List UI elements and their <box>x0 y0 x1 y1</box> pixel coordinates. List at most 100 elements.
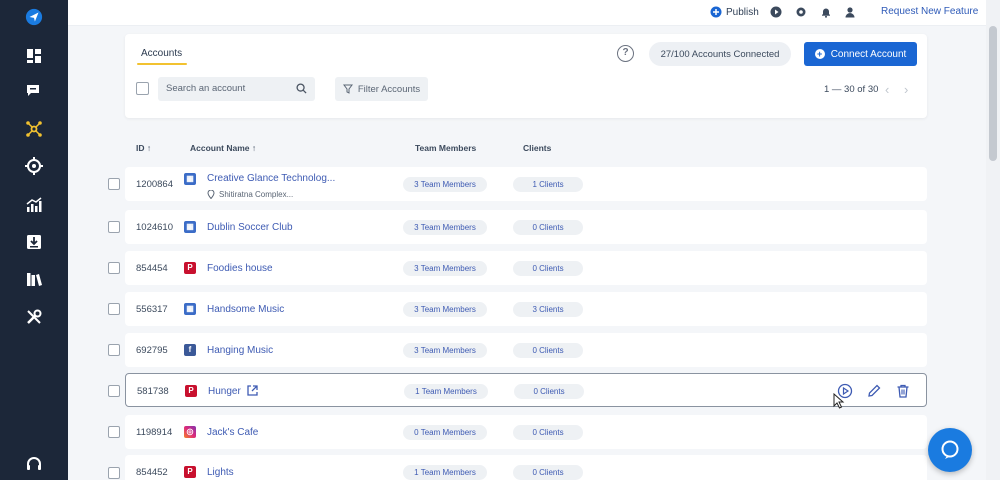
account-id: 556317 <box>136 304 168 315</box>
account-location: Shitiratna Complex... <box>207 190 293 199</box>
next-page-icon[interactable]: › <box>904 82 908 97</box>
accounts-header-card: Accounts ? 27/100 Accounts Connected + C… <box>125 34 927 118</box>
table-row[interactable]: 854452 P Lights 1 Team Members 0 Clients <box>125 455 927 480</box>
library-icon[interactable] <box>22 267 46 291</box>
row-checkbox[interactable] <box>108 221 120 233</box>
settings-gear-icon[interactable] <box>795 6 807 18</box>
request-feature-link[interactable]: Request New Feature <box>881 6 978 17</box>
instagram-icon: ◎ <box>184 426 196 438</box>
team-members-pill[interactable]: 3 Team Members <box>403 261 487 276</box>
account-id: 1024610 <box>136 222 173 233</box>
row-checkbox[interactable] <box>108 262 120 274</box>
target-icon[interactable] <box>22 154 46 178</box>
account-name-link[interactable]: Hanging Music <box>207 345 273 356</box>
account-name-link[interactable]: Hunger <box>208 386 241 397</box>
connect-account-label: Connect Account <box>830 48 907 60</box>
publish-label: Publish <box>726 6 759 18</box>
team-members-pill[interactable]: 1 Team Members <box>404 384 488 399</box>
active-tab-indicator <box>137 63 187 65</box>
column-header-clients: Clients <box>523 143 552 153</box>
facebook-icon: f <box>184 344 196 356</box>
accounts-connected-badge: 27/100 Accounts Connected <box>649 42 791 66</box>
column-header-id[interactable]: ID ↑ <box>136 143 151 153</box>
team-members-pill[interactable]: 1 Team Members <box>403 465 487 480</box>
location-pin-icon <box>207 190 215 199</box>
account-id: 1198914 <box>136 427 173 438</box>
account-location-text: Shitiratna Complex... <box>219 190 294 199</box>
google-business-icon: ▦ <box>184 173 196 185</box>
table-row[interactable]: 854454 P Foodies house 3 Team Members 0 … <box>125 251 927 285</box>
table-row[interactable]: 1198914 ◎ Jack's Cafe 0 Team Members 0 C… <box>125 415 927 449</box>
pinterest-icon: P <box>184 262 196 274</box>
google-business-icon: ▦ <box>184 221 196 233</box>
logo-icon[interactable] <box>22 5 46 29</box>
account-id: 854454 <box>136 263 168 274</box>
column-header-account-name[interactable]: Account Name ↑ <box>190 143 256 153</box>
clients-pill[interactable]: 0 Clients <box>513 465 583 480</box>
clients-pill[interactable]: 0 Clients <box>513 343 583 358</box>
account-name-link[interactable]: Foodies house <box>207 263 273 274</box>
table-row[interactable]: 1024610 ▦ Dublin Soccer Club 3 Team Memb… <box>125 210 927 244</box>
row-checkbox[interactable] <box>108 467 120 479</box>
row-checkbox[interactable] <box>108 426 120 438</box>
pinterest-icon: P <box>184 466 196 478</box>
sidebar <box>0 0 68 480</box>
team-members-pill[interactable]: 3 Team Members <box>403 220 487 235</box>
publish-button[interactable]: Publish <box>710 6 759 18</box>
row-checkbox[interactable] <box>108 303 120 315</box>
clients-pill[interactable]: 1 Clients <box>513 177 583 192</box>
chat-support-button[interactable] <box>928 428 972 472</box>
external-link-icon[interactable] <box>246 384 259 397</box>
inbox-download-icon[interactable] <box>22 230 46 254</box>
table-row[interactable]: 692795 f Hanging Music 3 Team Members 0 … <box>125 333 927 367</box>
account-name-link[interactable]: Handsome Music <box>207 304 284 315</box>
clients-pill[interactable]: 0 Clients <box>513 220 583 235</box>
accounts-network-icon[interactable] <box>22 117 46 141</box>
user-profile-icon[interactable] <box>844 6 856 18</box>
clients-pill[interactable]: 0 Clients <box>513 425 583 440</box>
account-name-link[interactable]: Jack's Cafe <box>207 427 258 438</box>
delete-trash-icon[interactable] <box>895 383 911 399</box>
google-business-icon: ▦ <box>184 303 196 315</box>
account-id: 854452 <box>136 467 168 478</box>
connect-account-button[interactable]: + Connect Account <box>804 42 917 66</box>
account-id: 692795 <box>136 345 168 356</box>
table-row[interactable]: 581738 P Hunger 1 Team Members 0 Clients <box>125 373 927 407</box>
search-placeholder: Search an account <box>166 83 246 94</box>
team-members-pill[interactable]: 3 Team Members <box>403 302 487 317</box>
row-checkbox[interactable] <box>108 344 120 356</box>
clients-pill[interactable]: 0 Clients <box>514 384 584 399</box>
support-headset-icon[interactable] <box>22 452 46 476</box>
table-row[interactable]: 556317 ▦ Handsome Music 3 Team Members 3… <box>125 292 927 326</box>
select-all-checkbox[interactable] <box>136 82 149 95</box>
clients-pill[interactable]: 0 Clients <box>513 261 583 276</box>
tab-accounts[interactable]: Accounts <box>141 48 182 59</box>
table-row[interactable]: 1200864 ▦ Creative Glance Technolog... S… <box>125 167 927 201</box>
vertical-scrollbar[interactable] <box>986 0 1000 480</box>
messages-icon[interactable] <box>22 79 46 103</box>
scrollbar-thumb[interactable] <box>989 26 997 161</box>
clients-pill[interactable]: 3 Clients <box>513 302 583 317</box>
pinterest-icon: P <box>185 385 197 397</box>
account-name-link[interactable]: Lights <box>207 467 234 478</box>
account-name-link[interactable]: Dublin Soccer Club <box>207 222 293 233</box>
filter-funnel-icon <box>342 84 353 94</box>
team-members-pill[interactable]: 3 Team Members <box>403 343 487 358</box>
tools-icon[interactable] <box>22 305 46 329</box>
account-name-link[interactable]: Creative Glance Technolog... <box>207 173 335 184</box>
dashboard-icon[interactable] <box>22 44 46 68</box>
account-id: 1200864 <box>136 179 173 190</box>
row-checkbox[interactable] <box>108 385 120 397</box>
analytics-icon[interactable] <box>22 193 46 217</box>
play-icon[interactable] <box>770 6 782 18</box>
notifications-bell-icon[interactable] <box>820 6 832 18</box>
help-icon[interactable]: ? <box>617 45 634 62</box>
prev-page-icon[interactable]: ‹ <box>885 82 889 97</box>
mouse-cursor-icon <box>833 393 845 409</box>
team-members-pill[interactable]: 0 Team Members <box>403 425 487 440</box>
row-checkbox[interactable] <box>108 178 120 190</box>
team-members-pill[interactable]: 3 Team Members <box>403 177 487 192</box>
filter-accounts-button[interactable]: Filter Accounts <box>335 77 428 101</box>
search-input[interactable]: Search an account <box>158 77 315 101</box>
edit-pencil-icon[interactable] <box>866 383 882 399</box>
